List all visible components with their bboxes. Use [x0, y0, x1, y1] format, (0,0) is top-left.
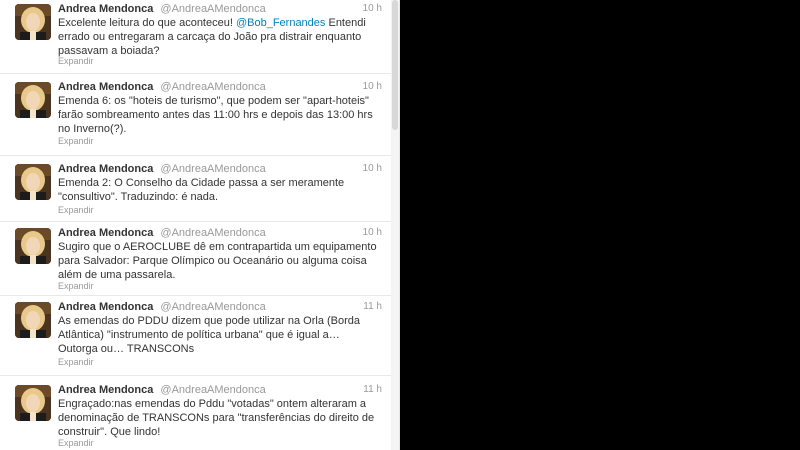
author-name[interactable]: Andrea Mendonca [58, 384, 153, 396]
tweet[interactable]: Andrea Mendonca @AndreaAMendonca 10 h Ex… [0, 0, 392, 74]
tweet[interactable]: Andrea Mendonca @AndreaAMendonca 11 h As… [0, 298, 392, 376]
tweet[interactable]: Andrea Mendonca @AndreaAMendonca 10 h Su… [0, 224, 392, 296]
tweet-time[interactable]: 10 h [363, 2, 382, 16]
tweet-time[interactable]: 11 h [363, 300, 382, 314]
tweet[interactable]: Andrea Mendonca @AndreaAMendonca 10 h Em… [0, 78, 392, 156]
tweet[interactable]: Andrea Mendonca @AndreaAMendonca 11 h En… [0, 381, 392, 450]
tweet-text: As emendas do PDDU dizem que pode utiliz… [58, 315, 361, 355]
author-handle[interactable]: @AndreaAMendonca [160, 3, 265, 15]
author-handle[interactable]: @AndreaAMendonca [160, 301, 265, 313]
tweet-text: Emenda 2: O Conselho da Cidade passa a s… [58, 177, 345, 203]
tweet-text: Engraçado:nas emendas do Pddu "votadas" … [58, 398, 375, 438]
tweet-header: Andrea Mendonca @AndreaAMendonca 10 h [58, 226, 382, 240]
screen: Andrea Mendonca @AndreaAMendonca 10 h Ex… [0, 0, 800, 450]
tweet-header: Andrea Mendonca @AndreaAMendonca 10 h [58, 2, 382, 16]
author-handle[interactable]: @AndreaAMendonca [160, 81, 265, 93]
mention-link[interactable]: @Bob_Fernandes [236, 17, 325, 29]
tweet-header: Andrea Mendonca @AndreaAMendonca 10 h [58, 162, 382, 176]
author-handle[interactable]: @AndreaAMendonca [160, 227, 265, 239]
expand-link[interactable]: Expandir [58, 56, 94, 66]
author-handle[interactable]: @AndreaAMendonca [160, 163, 265, 175]
tweet-stream: Andrea Mendonca @AndreaAMendonca 10 h Ex… [0, 0, 400, 450]
tweet-text: Sugiro que o AEROCLUBE dê em contraparti… [58, 241, 377, 281]
author-name[interactable]: Andrea Mendonca [58, 301, 153, 313]
author-handle[interactable]: @AndreaAMendonca [160, 384, 265, 396]
tweet-header: Andrea Mendonca @AndreaAMendonca 11 h [58, 300, 382, 314]
author-name[interactable]: Andrea Mendonca [58, 163, 153, 175]
scrollbar-thumb[interactable] [392, 0, 398, 130]
author-name[interactable]: Andrea Mendonca [58, 227, 153, 239]
avatar[interactable] [15, 82, 51, 118]
expand-link[interactable]: Expandir [58, 205, 94, 215]
tweet-time[interactable]: 11 h [363, 383, 382, 397]
expand-link[interactable]: Expandir [58, 438, 94, 448]
tweet[interactable]: Andrea Mendonca @AndreaAMendonca 10 h Em… [0, 160, 392, 222]
tweet-header: Andrea Mendonca @AndreaAMendonca 10 h [58, 80, 382, 94]
avatar[interactable] [15, 164, 51, 200]
tweet-text-part: Excelente leitura do que aconteceu! [58, 17, 236, 29]
tweet-header: Andrea Mendonca @AndreaAMendonca 11 h [58, 383, 382, 397]
tweet-text: Excelente leitura do que aconteceu! @Bob… [58, 16, 378, 58]
tweet-time[interactable]: 10 h [363, 80, 382, 94]
avatar[interactable] [15, 228, 51, 264]
author-name[interactable]: Andrea Mendonca [58, 3, 153, 15]
expand-link[interactable]: Expandir [58, 281, 94, 291]
author-name[interactable]: Andrea Mendonca [58, 81, 153, 93]
tweet-text: Emenda 6: os "hoteis de turismo", que po… [58, 95, 373, 135]
avatar[interactable] [15, 302, 51, 338]
tweet-time[interactable]: 10 h [363, 162, 382, 176]
tweet-time[interactable]: 10 h [363, 226, 382, 240]
avatar[interactable] [15, 4, 51, 40]
expand-link[interactable]: Expandir [58, 357, 94, 367]
expand-link[interactable]: Expandir [58, 136, 94, 146]
scrollbar[interactable] [391, 0, 399, 450]
avatar[interactable] [15, 385, 51, 421]
